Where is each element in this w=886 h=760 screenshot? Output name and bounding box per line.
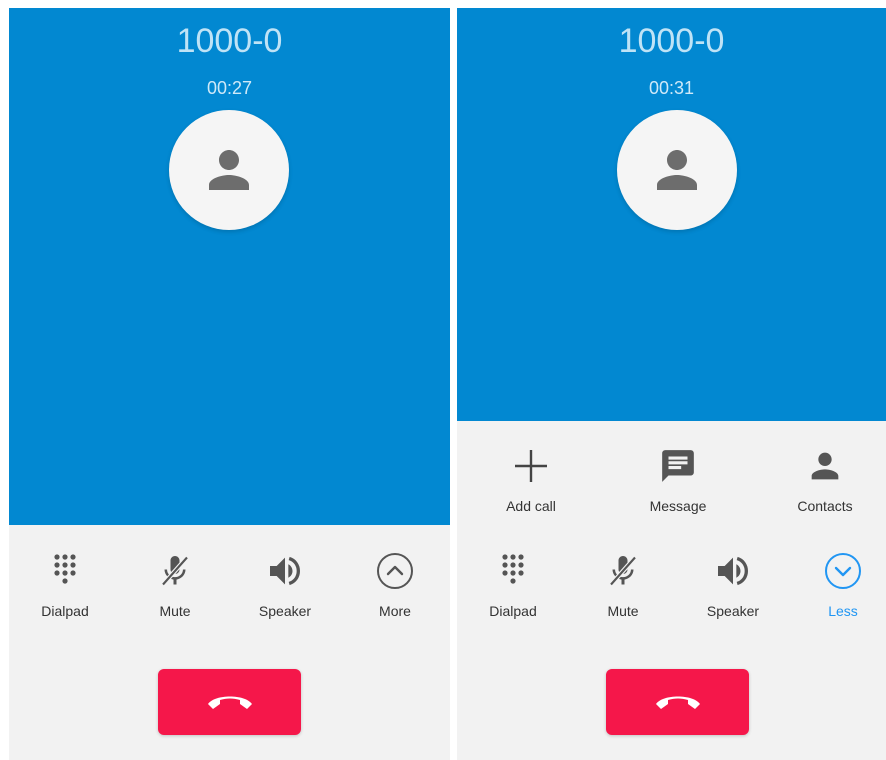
speaker-button[interactable]: Speaker xyxy=(678,549,788,619)
person-icon xyxy=(209,150,249,190)
dialpad-icon xyxy=(54,554,76,584)
less-button[interactable]: Less xyxy=(788,549,886,619)
dialpad-button[interactable]: Dialpad xyxy=(458,549,568,619)
mic-off-icon xyxy=(609,556,637,586)
speaker-label: Speaker xyxy=(258,603,312,619)
phone-hangup-icon xyxy=(207,696,252,709)
message-button[interactable]: Message xyxy=(623,444,733,514)
person-icon xyxy=(811,452,839,480)
more-button[interactable]: More xyxy=(340,549,450,619)
chevron-up-circle-icon xyxy=(377,553,413,589)
contacts-button[interactable]: Contacts xyxy=(770,444,880,514)
mute-button[interactable]: Mute xyxy=(120,549,230,619)
call-timer: 00:31 xyxy=(648,78,695,98)
volume-icon xyxy=(718,556,749,586)
caller-name: 1000-0 xyxy=(176,22,283,60)
speaker-label: Speaker xyxy=(706,603,760,619)
call-header: 1000-0 00:31 xyxy=(457,8,886,421)
end-call-button[interactable] xyxy=(158,669,301,735)
add-call-label: Add call xyxy=(506,498,556,514)
contact-avatar xyxy=(617,110,737,230)
mic-off-icon xyxy=(161,556,189,586)
volume-icon xyxy=(270,556,301,586)
add-call-button[interactable]: Add call xyxy=(476,444,586,514)
more-label: More xyxy=(379,603,411,619)
message-label: Message xyxy=(649,498,707,514)
mute-label: Mute xyxy=(607,603,639,619)
chevron-down-circle-icon xyxy=(825,553,861,589)
call-header: 1000-0 00:27 xyxy=(9,8,450,525)
call-screen-expanded: 1000-0 00:31 Add call Message Contacts D… xyxy=(457,8,886,760)
dialpad-label: Dialpad xyxy=(489,603,537,619)
call-timer: 00:27 xyxy=(206,78,253,98)
dialpad-icon xyxy=(502,554,524,584)
end-call-button[interactable] xyxy=(606,669,749,735)
mute-label: Mute xyxy=(159,603,191,619)
mute-button[interactable]: Mute xyxy=(568,549,678,619)
caller-name: 1000-0 xyxy=(618,22,725,60)
message-icon xyxy=(662,450,694,482)
phone-hangup-icon xyxy=(655,696,700,709)
dialpad-button[interactable]: Dialpad xyxy=(10,549,120,619)
plus-icon xyxy=(515,450,547,482)
call-screen-collapsed: 1000-0 00:27 Dialpad Mute Speaker More xyxy=(9,8,450,760)
speaker-button[interactable]: Speaker xyxy=(230,549,340,619)
contact-avatar xyxy=(169,110,289,230)
less-label: Less xyxy=(828,603,858,619)
contacts-label: Contacts xyxy=(797,498,853,514)
dialpad-label: Dialpad xyxy=(41,603,89,619)
person-icon xyxy=(657,150,697,190)
